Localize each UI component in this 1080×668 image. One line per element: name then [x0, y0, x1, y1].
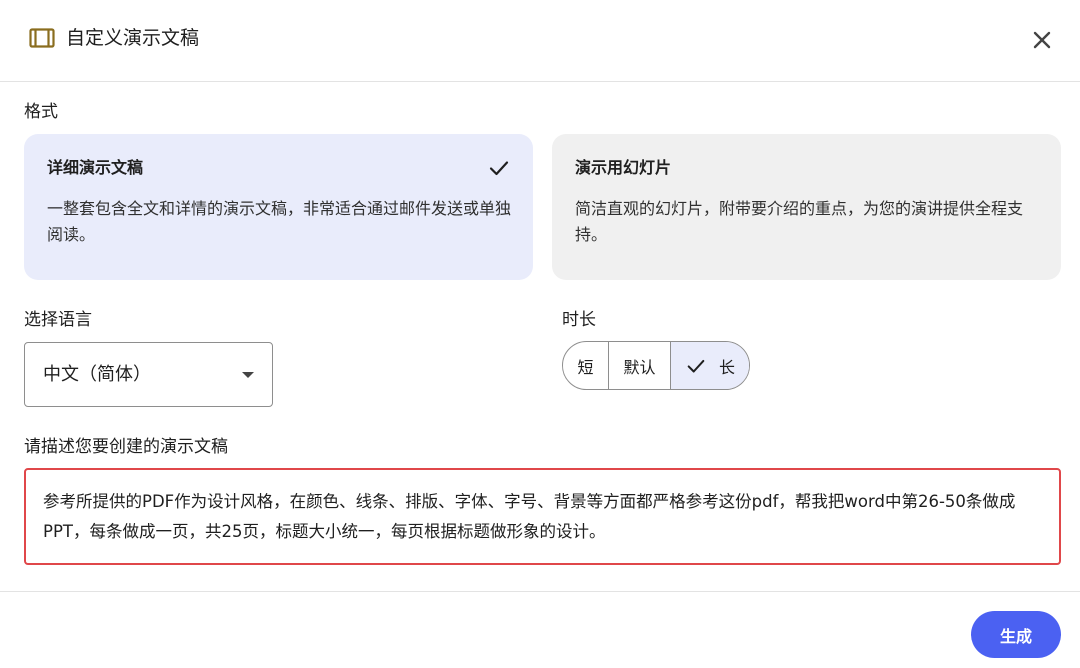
description-textarea[interactable]: 参考所提供的PDF作为设计风格，在颜色、线条、排版、字体、字号、背景等方面都严格… [24, 468, 1061, 565]
dialog-header: 自定义演示文稿 [0, 0, 1080, 82]
format-card-slides[interactable]: 演示用幻灯片 简洁直观的幻灯片，附带要介绍的重点，为您的演讲提供全程支持。 [552, 134, 1061, 280]
duration-option-default[interactable]: 默认 [609, 342, 671, 389]
format-card-title: 详细演示文稿 [47, 158, 144, 177]
customize-presentation-dialog: 自定义演示文稿 格式 详细演示文稿 一整套包含全文和详情的演示文稿，非常适合通过… [0, 0, 1080, 668]
duration-option-label: 长 [718, 357, 735, 377]
footer-divider [0, 591, 1080, 592]
format-card-title: 演示用幻灯片 [575, 158, 672, 177]
format-card-detailed[interactable]: 详细演示文稿 一整套包含全文和详情的演示文稿，非常适合通过邮件发送或单独阅读。 [24, 134, 533, 280]
close-icon[interactable] [1027, 25, 1057, 55]
duration-segmented-control: 短 默认 长 [562, 341, 750, 390]
duration-label: 时长 [562, 310, 596, 330]
description-text: 参考所提供的PDF作为设计风格，在颜色、线条、排版、字体、字号、背景等方面都严格… [43, 492, 1016, 541]
format-card-description: 一整套包含全文和详情的演示文稿，非常适合通过邮件发送或单独阅读。 [47, 199, 512, 244]
language-select-value: 中文（简体） [43, 364, 151, 385]
check-icon [687, 359, 705, 373]
dialog-title: 自定义演示文稿 [66, 27, 200, 49]
duration-option-long[interactable]: 长 [671, 342, 749, 389]
language-select[interactable]: 中文（简体） [24, 342, 273, 407]
format-label: 格式 [24, 102, 58, 122]
duration-option-label: 短 [577, 357, 594, 377]
duration-option-label: 默认 [623, 357, 656, 377]
language-label: 选择语言 [24, 310, 92, 330]
format-card-description: 简洁直观的幻灯片，附带要介绍的重点，为您的演讲提供全程支持。 [575, 199, 1024, 244]
generate-button-label: 生成 [999, 626, 1032, 646]
generate-button[interactable]: 生成 [971, 611, 1061, 658]
slides-icon [29, 28, 55, 48]
check-icon [489, 161, 509, 176]
duration-option-short[interactable]: 短 [563, 342, 609, 389]
caret-down-icon [242, 372, 254, 378]
description-label: 请描述您要创建的演示文稿 [24, 437, 228, 457]
